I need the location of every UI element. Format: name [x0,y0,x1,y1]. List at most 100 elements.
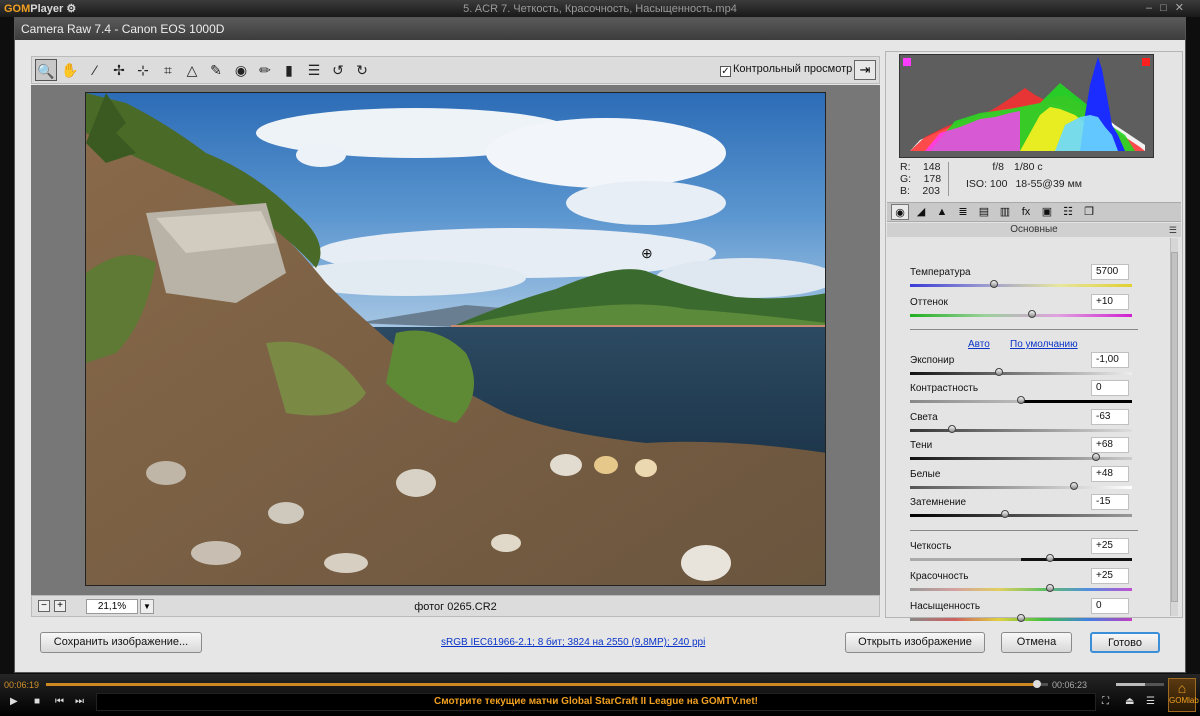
whites-label: Белые [910,469,941,480]
save-image-button[interactable]: Сохранить изображение... [40,632,202,653]
shadows-slider[interactable] [910,453,1132,461]
contrast-thumb[interactable] [1017,396,1025,404]
tab-tone-curve-icon[interactable]: ◢ [912,204,930,220]
done-button[interactable]: Готово [1090,632,1160,653]
ad-banner[interactable]: Смотрите текущие матчи Global StarCraft … [96,693,1096,711]
temperature-slider[interactable] [910,280,1132,288]
spot-removal-icon[interactable]: ✎ [205,59,227,81]
screen-ratio-icon[interactable]: ⛶ [1102,696,1109,707]
tab-hsl-icon[interactable]: ≣ [954,204,972,220]
seek-knob[interactable] [1032,680,1041,688]
fullscreen-toggle-icon[interactable]: ⇥ [854,60,876,80]
checkbox-check-icon[interactable]: ✓ [720,66,731,77]
saturation-thumb[interactable] [1017,614,1025,622]
temperature-value[interactable]: 5700 [1091,264,1129,280]
preview-canvas[interactable]: ⊕ [31,85,880,595]
blacks-value[interactable]: -15 [1091,494,1129,510]
crop-icon[interactable]: ⌗ [157,59,179,81]
tab-basic-icon[interactable]: ◉ [891,204,909,220]
b-label: B: [900,185,910,197]
list-icon[interactable]: ☰ [303,59,325,81]
shadow-clipping-indicator[interactable] [903,58,911,66]
rotate-cw-icon[interactable]: ↻ [351,59,373,81]
eject-icon[interactable]: ⏏ [1125,696,1134,707]
gomlab-label: GOMlab [1169,696,1199,705]
tint-value[interactable]: +10 [1091,294,1129,310]
clarity-value[interactable]: +25 [1091,538,1129,554]
photo-preview[interactable]: ⊕ [85,92,826,586]
shadows-value[interactable]: +68 [1091,437,1129,453]
camera-raw-title: Camera Raw 7.4 - Canon EOS 1000D [15,18,1185,40]
cancel-button[interactable]: Отмена [1001,632,1072,653]
tint-thumb[interactable] [1028,310,1037,318]
highlights-slider[interactable] [910,425,1132,433]
whites-slider[interactable] [910,482,1132,490]
tab-presets-icon[interactable]: ☷ [1059,204,1077,220]
exposure-slider[interactable] [910,368,1132,376]
play-icon[interactable]: ▶ [10,696,18,707]
blacks-slider[interactable] [910,510,1132,518]
gomlab-button[interactable]: ⌂ GOMlab [1168,678,1199,712]
exposure-thumb[interactable] [994,368,1003,376]
highlights-value[interactable]: -63 [1091,409,1129,425]
panel-title: Основные [1010,224,1058,235]
rotate-ccw-icon[interactable]: ↺ [327,59,349,81]
panel-menu-icon[interactable]: ☰ [1169,223,1177,237]
tab-snapshots-icon[interactable]: ❐ [1080,204,1098,220]
divider [910,329,1138,330]
panel-scrollbar[interactable] [1170,238,1178,616]
saturation-slider[interactable] [910,614,1132,622]
seek-bar[interactable] [46,680,1048,688]
tab-lens-icon[interactable]: ▥ [996,204,1014,220]
workflow-options-link[interactable]: sRGB IEC61966-2.1; 8 бит; 3824 на 2550 (… [441,637,705,648]
previous-icon[interactable]: ⏮ [55,696,64,707]
panel-tabs: ◉ ◢ ▲ ≣ ▤ ▥ fx ▣ ☷ ❐ [887,202,1181,222]
preview-checkbox[interactable]: ✓ Контрольный просмотр [720,63,852,77]
zoom-icon[interactable]: 🔍 [35,59,57,81]
clarity-thumb[interactable] [1045,554,1054,562]
contrast-slider[interactable] [910,396,1132,404]
blacks-thumb[interactable] [1001,510,1010,518]
next-icon[interactable]: ⏭ [75,696,84,707]
red-eye-icon[interactable]: ◉ [230,59,252,81]
auto-link[interactable]: Авто [968,339,990,350]
volume-slider[interactable] [1116,683,1164,686]
hand-icon[interactable]: ✋ [59,59,81,81]
exposure-value[interactable]: -1,00 [1091,352,1129,368]
tint-label: Оттенок [910,297,948,308]
vibrance-slider[interactable] [910,584,1132,592]
adjustment-brush-icon[interactable]: ✏ [254,59,276,81]
window-controls: –□✕ [1146,1,1192,14]
tab-split-toning-icon[interactable]: ▤ [975,204,993,220]
open-image-button[interactable]: Открыть изображение [845,632,985,653]
temperature-thumb[interactable] [990,280,999,288]
minimize-icon[interactable]: – [1146,2,1160,14]
default-link[interactable]: По умолчанию [1010,339,1078,350]
tab-effects-icon[interactable]: fx [1017,204,1035,220]
highlight-clipping-indicator[interactable] [1142,58,1150,66]
eyedropper-icon[interactable]: ⁄ [84,59,106,81]
whites-thumb[interactable] [1070,482,1079,490]
vibrance-thumb[interactable] [1045,584,1054,592]
vibrance-value[interactable]: +25 [1091,568,1129,584]
whites-value[interactable]: +48 [1091,466,1129,482]
color-sampler-icon[interactable]: ✢ [108,59,130,81]
saturation-value[interactable]: 0 [1091,598,1129,614]
landscape-photo [86,93,825,585]
clarity-slider[interactable] [910,554,1132,562]
straighten-icon[interactable]: △ [181,59,203,81]
maximize-icon[interactable]: □ [1160,2,1175,14]
highlights-thumb[interactable] [948,425,957,433]
close-icon[interactable]: ✕ [1175,2,1192,14]
menu-icon[interactable]: ☰ [1146,696,1155,707]
target-adjust-icon[interactable]: ⊹ [132,59,154,81]
tab-camera-calibration-icon[interactable]: ▣ [1038,204,1056,220]
stop-icon[interactable]: ■ [34,696,40,707]
tint-slider[interactable] [910,310,1132,318]
contrast-value[interactable]: 0 [1091,380,1129,396]
seek-progress [46,683,1037,686]
shadows-thumb[interactable] [1092,453,1101,461]
gradient-icon[interactable]: ▮ [278,59,300,81]
tab-detail-icon[interactable]: ▲ [933,204,951,220]
scrollbar-thumb[interactable] [1171,252,1178,602]
